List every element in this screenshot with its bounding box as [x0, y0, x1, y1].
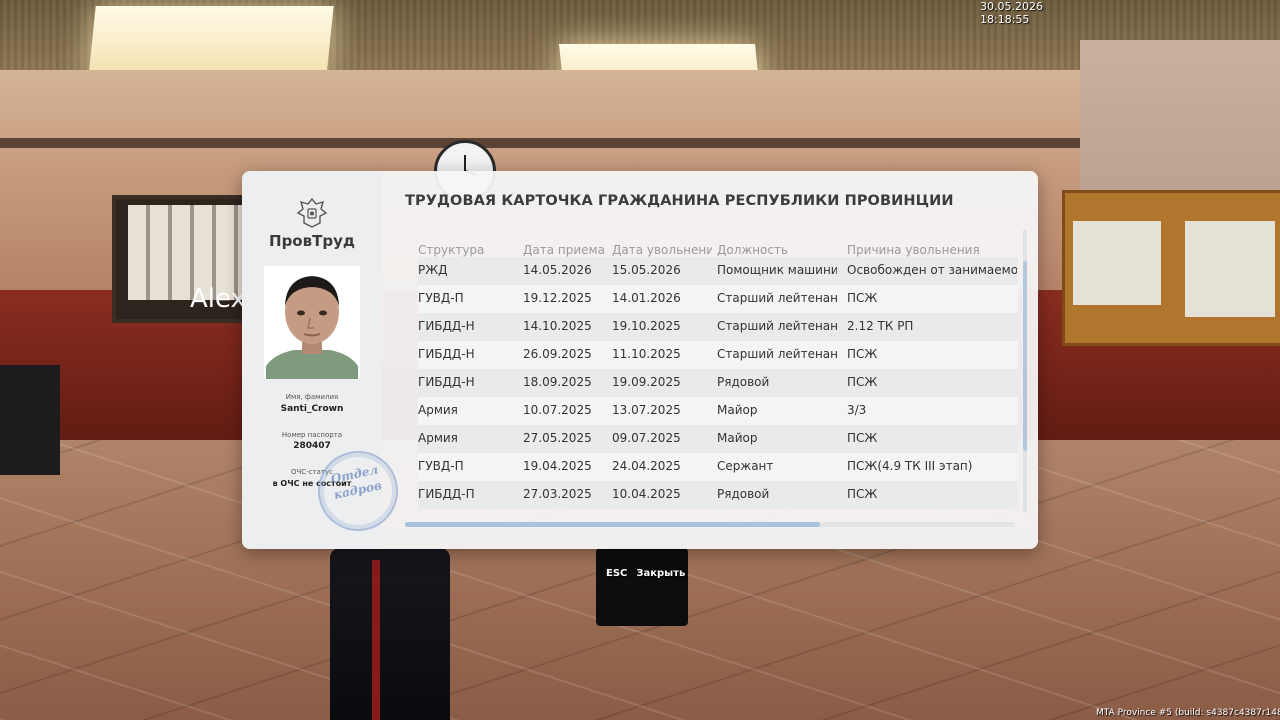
hud-build-info: MTA Province #5 (build: s4387c4387r1482v…: [1096, 708, 1280, 718]
npc-officer-stripe: [372, 560, 380, 720]
cell-dismissal-reason: ПСЖ(4.9 ТК III этап): [847, 459, 973, 473]
cell-position: Рядовой: [717, 375, 770, 389]
cell-dismissal-reason: ПСЖ: [847, 347, 878, 361]
cell-hire-date: 14.05.2026: [523, 263, 592, 277]
cabinet: [0, 365, 60, 475]
cell-hire-date: 10.07.2025: [523, 403, 592, 417]
cell-position: Старший лейтенант: [717, 347, 837, 361]
column-header-position: Должность: [717, 243, 789, 257]
cell-structure: Армия: [418, 431, 458, 445]
table-row[interactable]: ГИБДД-Н 18.09.2025 19.09.2025 Рядовой ПСЖ: [418, 375, 1018, 395]
column-header-structure: Структура: [418, 243, 485, 257]
close-hint[interactable]: ESC Закрыть: [606, 568, 685, 579]
cell-dismissal-date: 19.10.2025: [612, 319, 681, 333]
npc-officer: [330, 548, 450, 720]
table-row[interactable]: Армия 27.05.2025 09.07.2025 Майор ПСЖ: [418, 431, 1018, 451]
table-row[interactable]: ГИБДД-Н 26.09.2025 11.10.2025 Старший лейте…: [418, 347, 1018, 367]
cell-structure: ГИБДД-П: [418, 487, 475, 501]
cell-dismissal-reason: ПСЖ: [847, 291, 878, 305]
name-label: Имя, фамилия: [285, 393, 339, 401]
cell-structure: ГИБДД-Н: [418, 375, 475, 389]
cell-structure: РЖД: [418, 263, 448, 277]
npc-legs: [596, 548, 688, 626]
player-nameplate: Alex: [190, 284, 246, 314]
cell-hire-date: 26.09.2025: [523, 347, 592, 361]
table-row[interactable]: ГУВД-П 19.04.2025 24.04.2025 Сержант ПСЖ(4.9…: [418, 459, 1018, 479]
cell-dismissal-reason: 2.12 ТК РП: [847, 319, 914, 333]
citizen-photo: [264, 266, 360, 379]
double-headed-eagle-emblem-icon: [294, 195, 330, 231]
cell-structure: Армия: [418, 403, 458, 417]
ceiling-lamp: [88, 6, 334, 78]
cell-position: Помощник машинис: [717, 263, 837, 277]
column-header-hire-date: Дата приема: [523, 243, 605, 257]
brand-name: ПровТруд: [269, 232, 355, 250]
close-label: Закрыть: [636, 568, 686, 579]
cell-dismissal-date: 15.05.2026: [612, 263, 681, 277]
cell-position: Сержант: [717, 459, 774, 473]
cell-structure: ГИБДД-Н: [418, 319, 475, 333]
work-card-dialog: ПровТруд Имя, фамилия Santi_Crown Номер …: [242, 171, 1038, 549]
cell-dismissal-date: 19.09.2025: [612, 375, 681, 389]
table-row[interactable]: РЖД 14.05.2026 15.05.2026 Помощник машинис О…: [418, 263, 1018, 283]
cell-hire-date: 19.04.2025: [523, 459, 592, 473]
cell-dismissal-date: 11.10.2025: [612, 347, 681, 361]
cell-dismissal-date: 14.01.2026: [612, 291, 681, 305]
cell-dismissal-date: 09.07.2025: [612, 431, 681, 445]
column-header-dismissal-reason: Причина увольнения: [847, 243, 980, 257]
cell-position: Майор: [717, 403, 758, 417]
hud-datetime: 30.05.2026 18:18:55: [980, 0, 1043, 26]
cell-position: Рядовой: [717, 487, 770, 501]
table-row[interactable]: Армия 10.07.2025 13.07.2025 Майор 3/3: [418, 403, 1018, 423]
table-row[interactable]: ГИБДД-Н 14.10.2025 19.10.2025 Старший лейте…: [418, 319, 1018, 339]
cell-dismissal-reason: Освобожден от занимаемой: [847, 263, 1017, 277]
cell-position: Майор: [717, 431, 758, 445]
cell-position: Старший лейтенант: [717, 291, 837, 305]
card-title: ТРУДОВАЯ КАРТОЧКА ГРАЖДАНИНА РЕСПУБЛИКИ …: [405, 193, 954, 209]
cell-hire-date: 19.12.2025: [523, 291, 592, 305]
vertical-scrollbar-thumb[interactable]: [1023, 261, 1027, 451]
cell-structure: ГУВД-П: [418, 291, 464, 305]
cell-hire-date: 27.05.2025: [523, 431, 592, 445]
cell-dismissal-date: 10.04.2025: [612, 487, 681, 501]
table-row[interactable]: ГУВД-П 19.12.2025 14.01.2026 Старший лейтен…: [418, 291, 1018, 311]
cell-dismissal-date: 13.07.2025: [612, 403, 681, 417]
name-value: Santi_Crown: [280, 404, 344, 414]
card-main: ТРУДОВАЯ КАРТОЧКА ГРАЖДАНИНА РЕСПУБЛИКИ …: [382, 171, 1038, 549]
cell-structure: ГИБДД-Н: [418, 347, 475, 361]
passport-label: Номер паспорта: [281, 431, 343, 439]
cell-hire-date: 18.09.2025: [523, 375, 592, 389]
notice-board: [1062, 190, 1280, 346]
cell-hire-date: 27.03.2025: [523, 487, 592, 501]
horizontal-scrollbar-thumb[interactable]: [405, 522, 820, 527]
table-row[interactable]: ГИБДД-П 27.03.2025 10.04.2025 Рядовой ПСЖ: [418, 487, 1018, 507]
cell-position: Старший лейтенант: [717, 319, 837, 333]
esc-key: ESC: [606, 568, 628, 579]
cell-dismissal-reason: ПСЖ: [847, 487, 878, 501]
passport-value: 280407: [293, 441, 331, 451]
employment-table[interactable]: Структура Дата приема Дата увольнени Дол…: [418, 241, 1018, 511]
column-header-dismissal-date: Дата увольнени: [612, 243, 712, 257]
cell-dismissal-date: 24.04.2025: [612, 459, 681, 473]
card-sidebar: ПровТруд Имя, фамилия Santi_Crown Номер …: [242, 171, 406, 549]
cell-structure: ГУВД-П: [418, 459, 464, 473]
cell-hire-date: 14.10.2025: [523, 319, 592, 333]
cell-dismissal-reason: ПСЖ: [847, 375, 878, 389]
cell-dismissal-reason: 3/3: [847, 403, 867, 417]
cell-dismissal-reason: ПСЖ: [847, 431, 878, 445]
